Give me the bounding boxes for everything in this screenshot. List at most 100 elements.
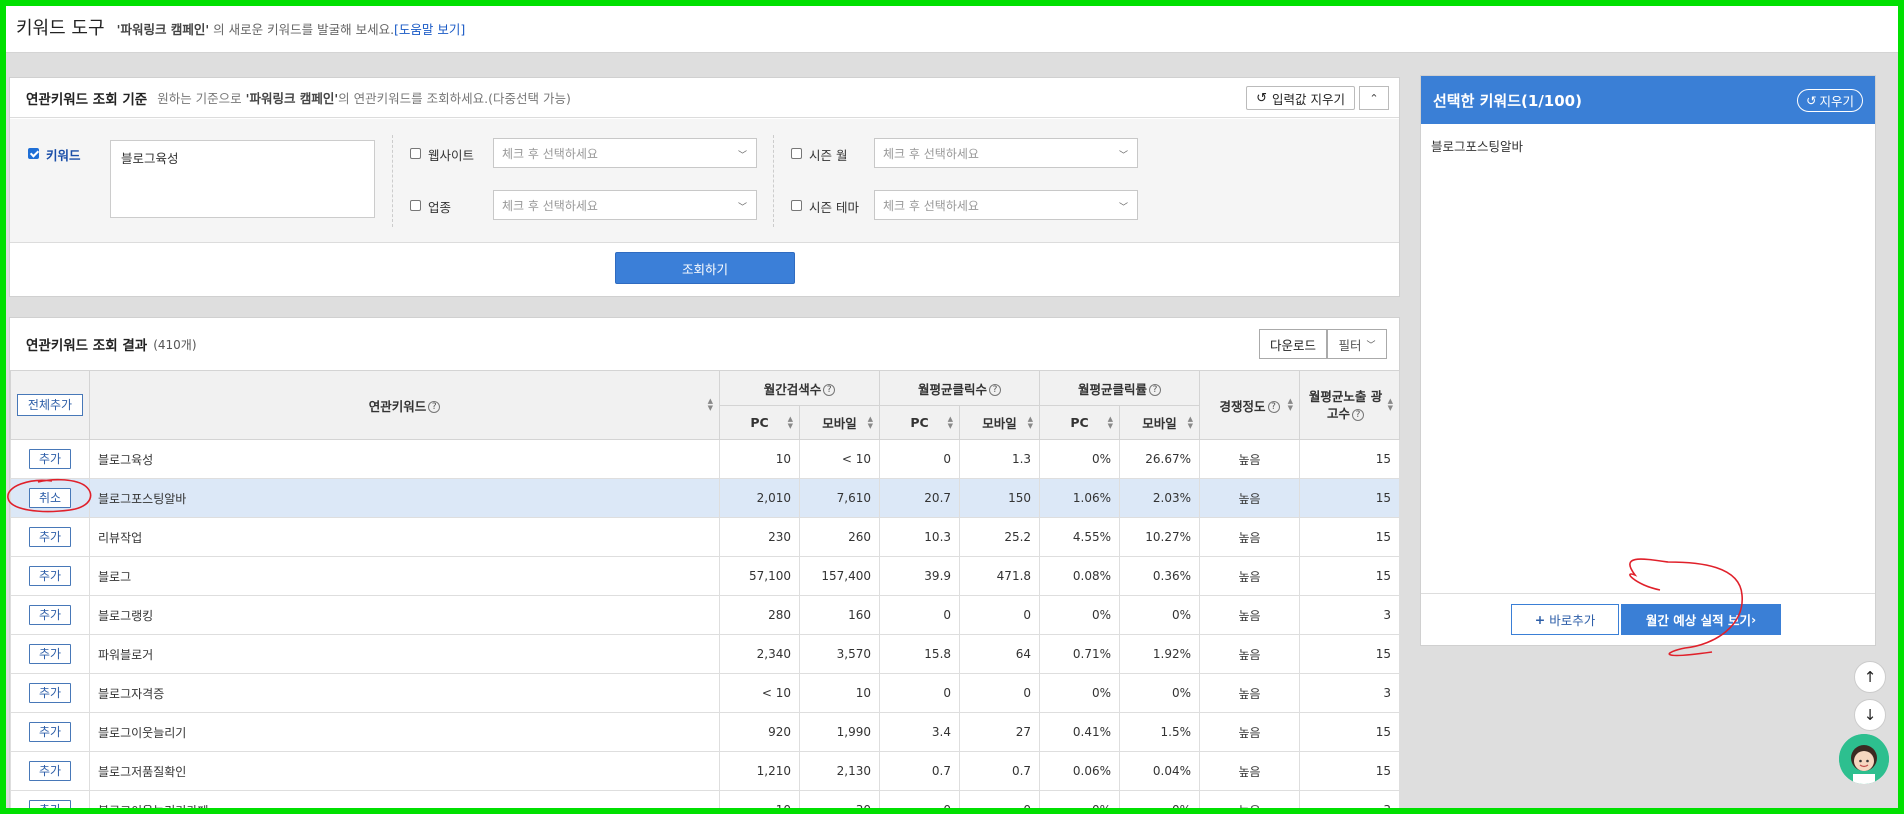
keyword-link[interactable]: 블로그저품질확인 [89,751,720,791]
keyword-link[interactable]: 블로그육성 [89,439,720,479]
industry-checkbox[interactable] [410,200,421,211]
col-clicks-mobile[interactable]: 모바일 ▲ ▼ [959,405,1041,440]
website-select[interactable]: 체크 후 선택하세요 ﹀ [493,138,757,168]
col-competition[interactable]: 경쟁정도? ▲ ▼ [1199,370,1301,440]
table-row: 추가 블로그저품질확인 1,210 2,130 0.7 0.7 0.06% 0.04% 높음 15 [10,751,1401,791]
cell-clicks-mobile: 25.2 [959,517,1041,557]
keyword-checkbox[interactable] [28,148,39,159]
reset-button[interactable]: ↺ 지우기 [1797,89,1863,112]
filter-button[interactable]: 필터 ﹀ [1327,329,1387,359]
sort-icon[interactable]: ▲ ▼ [868,415,873,430]
sort-icon[interactable]: ▲ ▼ [708,398,713,412]
help-icon[interactable]: ? [1267,401,1280,413]
cell-search-mobile: 3,570 [798,634,881,674]
keyword-link[interactable]: 블로그이웃늘리기카페 [89,790,720,808]
col-clicks-pc[interactable]: PC ▲ ▼ [879,405,961,440]
monthly-estimate-button[interactable]: 월간 예상 실적 보기 › [1621,604,1781,635]
add-button[interactable]: 추가 [29,566,71,586]
add-button[interactable]: 추가 [29,449,71,469]
cell-competition: 높음 [1199,556,1301,596]
cell-ads: 15 [1299,634,1401,674]
add-button[interactable]: 추가 [29,527,71,547]
add-button[interactable]: 추가 [29,605,71,625]
search-criteria-panel: 연관키워드 조회 기준 원하는 기준으로 '파워링크 캠페인'의 연관키워드를 … [9,77,1400,297]
add-all-button[interactable]: 전체추가 [17,394,83,416]
cell-ctr-pc: 0.06% [1039,751,1121,791]
cell-ctr-mobile: 0.36% [1119,556,1201,596]
search-button[interactable]: 조회하기 [615,252,795,284]
avatar-icon [1839,734,1889,784]
cell-search-pc: 2,340 [719,634,800,674]
cell-ctr-mobile: 2.03% [1119,478,1201,518]
table-row: 추가 블로그랭킹 280 160 0 0 0% 0% 높음 3 [10,595,1401,635]
criteria-body: 키워드 블로그육성 웹사이트 체크 후 선택하세요 ﹀ 업종 체크 후 선택하세… [10,119,1399,243]
cell-ads: 15 [1299,556,1401,596]
table-row: 추가 블로그자격증 < 10 10 0 0 0% 0% 높음 3 [10,673,1401,713]
cell-search-mobile: 30 [798,790,881,808]
help-icon[interactable]: ? [1352,408,1365,421]
cell-competition: 높음 [1199,751,1301,791]
add-button[interactable]: 추가 [29,761,71,781]
keyword-textarea[interactable]: 블로그육성 [110,140,375,218]
keyword-link[interactable]: 파워블로거 [89,634,720,674]
industry-select[interactable]: 체크 후 선택하세요 ﹀ [493,190,757,220]
chevron-up-icon: ⌃ [1369,91,1379,105]
col-search-mobile[interactable]: 모바일 ▲ ▼ [798,405,881,440]
cell-ctr-mobile: 0% [1119,595,1201,635]
cell-clicks-pc: 0.7 [879,751,961,791]
help-icon[interactable]: ? [428,401,441,413]
download-button[interactable]: 다운로드 [1258,329,1327,359]
scroll-up-button[interactable]: ↑ [1854,661,1886,693]
sort-icon[interactable]: ▲ ▼ [948,415,953,430]
col-ctr-mobile[interactable]: 모바일 ▲ ▼ [1119,405,1201,440]
cell-competition: 높음 [1199,517,1301,557]
season-month-select[interactable]: 체크 후 선택하세요 ﹀ [874,138,1138,168]
sort-icon[interactable]: ▲ ▼ [1288,398,1293,412]
cell-search-mobile: < 10 [798,439,881,479]
season-theme-checkbox[interactable] [791,200,802,211]
cell-clicks-pc: 3.4 [879,712,961,752]
cell-clicks-pc: 0 [879,790,961,808]
add-button[interactable]: 추가 [29,644,71,664]
col-avg-ads[interactable]: 월평균노출 광고수? ▲ ▼ [1299,370,1401,440]
keyword-link[interactable]: 블로그이웃늘리기 [89,712,720,752]
sort-icon[interactable]: ▲ ▼ [788,415,793,430]
help-icon[interactable]: ? [989,384,1002,396]
chatbot-avatar[interactable] [1839,734,1889,784]
col-search-pc[interactable]: PC ▲ ▼ [719,405,800,440]
add-button[interactable]: 추가 [29,722,71,742]
cell-ads: 15 [1299,517,1401,557]
cell-clicks-mobile: 0 [959,790,1041,808]
sort-icon[interactable]: ▲ ▼ [1108,415,1113,430]
keyword-link[interactable]: 블로그랭킹 [89,595,720,635]
season-theme-select[interactable]: 체크 후 선택하세요 ﹀ [874,190,1138,220]
keyword-link[interactable]: 리뷰작업 [89,517,720,557]
col-mobile-label: 모바일 [822,416,857,431]
clear-inputs-button[interactable]: ↺ 입력값 지우기 [1246,86,1355,110]
help-icon[interactable]: ? [823,384,836,396]
add-button[interactable]: 추가 [29,800,71,808]
col-ctr-pc[interactable]: PC ▲ ▼ [1039,405,1121,440]
sort-icon[interactable]: ▲ ▼ [1028,415,1033,430]
add-button[interactable]: 추가 [29,683,71,703]
keyword-link[interactable]: 블로그포스팅알바 [89,478,720,518]
website-checkbox[interactable] [410,148,421,159]
keyword-link[interactable]: 블로그자격증 [89,673,720,713]
website-label: 웹사이트 [428,148,475,163]
collapse-button[interactable]: ⌃ [1359,86,1389,110]
cell-ctr-mobile: 0.04% [1119,751,1201,791]
results-count: (410개) [153,337,197,352]
season-month-checkbox[interactable] [791,148,802,159]
criteria-title: 연관키워드 조회 기준 [26,91,148,108]
help-icon[interactable]: ? [1149,384,1162,396]
cancel-button[interactable]: 취소 [29,488,71,508]
sort-icon[interactable]: ▲ ▼ [1388,398,1393,412]
help-link[interactable]: [도움말 보기] [394,22,465,37]
col-keyword[interactable]: 연관키워드? ▲ ▼ [89,370,720,440]
keyword-link[interactable]: 블로그 [89,556,720,596]
cell-search-mobile: 160 [798,595,881,635]
quick-add-button[interactable]: + 바로추가 [1511,604,1619,635]
selected-keyword-item[interactable]: 블로그포스팅알바 [1431,136,1523,155]
sort-icon[interactable]: ▲ ▼ [1188,415,1193,430]
scroll-down-button[interactable]: ↓ [1854,699,1886,731]
